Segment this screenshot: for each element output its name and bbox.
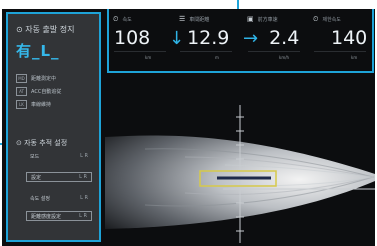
sidebar-row-label: ACC自動追従 [31,89,62,95]
button-label: 속도 설정 [30,195,50,202]
metric-target: ▣ 前方車速 → 2.4 km/h [243,9,305,71]
mode-chip-icon: LK [16,100,27,109]
metric-value: 12.9 [187,27,230,49]
metric-label: 제한속도 [322,17,341,23]
metric-distance: ☰ 車間距離 ↓ 12.9 m [169,9,237,71]
arrow-down-icon: ↓ [169,28,185,49]
target-icon: ▣ [247,15,254,23]
metric-value: 140 [331,27,368,49]
sidebar-row-label: 車線維持 [31,102,52,108]
distance-icon: ☰ [179,15,186,23]
sidebar-row: MD 距離測定中 [16,74,56,83]
sidebar-row-label: 距離測定中 [31,76,57,82]
button-label: 距離感度設定 [31,213,62,220]
speed-setting-button[interactable]: 속도 설정 L R [26,193,92,203]
limit-icon: ⏲ [313,15,319,23]
metric-divider [314,51,366,52]
sidebar-row: LK 車線維持 [16,100,51,109]
speed-icon: ⏲ [113,15,119,23]
control-sidebar: ⊙ 자동 출발 정지 有_L_ MD 距離測定中 AT ACC自動追従 LK 車… [6,12,101,242]
button-value: L R [79,213,87,219]
button-value: L R [80,153,88,159]
metric-value: 108 [114,27,151,49]
metric-limit: ⏲ 제한속도 140 km [309,9,371,71]
metric-speed: ⏲ 속도 108 km [109,9,171,71]
mode-chip-icon: AT [16,87,27,96]
sidebar-row: AT ACC自動追従 [16,87,61,96]
sidebar-subtitle: ⊙ 자동 추적 설정 [16,139,68,147]
metric-label: 前方車速 [257,16,278,23]
metric-unit: km [351,55,358,60]
metrics-panel: ⏲ 속도 108 km ☰ 車間距離 ↓ 12.9 m ▣ 前方車速 → 2.4 km/h… [107,9,374,73]
metric-divider [114,51,166,52]
sensor-view[interactable] [105,77,375,245]
metric-divider [248,51,300,52]
metric-unit: km/h [279,55,290,60]
display-screen: ⊙ 자동 출발 정지 有_L_ MD 距離測定中 AT ACC自動追従 LK 車… [2,9,375,246]
metric-label: 속도 [122,17,132,23]
button-value: L R [80,195,88,201]
sidebar-title: ⊙ 자동 출발 정지 [16,25,75,34]
button-label: 設定 [31,174,42,181]
callout-line-top [237,0,239,9]
button-label: 모드 [30,153,40,160]
metric-unit: m [215,55,219,60]
metric-unit: km [145,55,152,60]
mode-button[interactable]: 모드 L R [26,151,92,161]
button-value: L R [79,174,87,180]
metric-divider [180,51,232,52]
sidebar-status: 有_L_ [16,42,60,60]
mode-chip-icon: MD [16,74,27,83]
metric-label: 車間距離 [189,16,210,23]
metric-value: 2.4 [269,27,300,49]
distance-sensitivity-button[interactable]: 距離感度設定 L R [26,211,92,221]
arrow-right-icon: → [243,28,259,49]
setting-button[interactable]: 設定 L R [26,172,92,182]
